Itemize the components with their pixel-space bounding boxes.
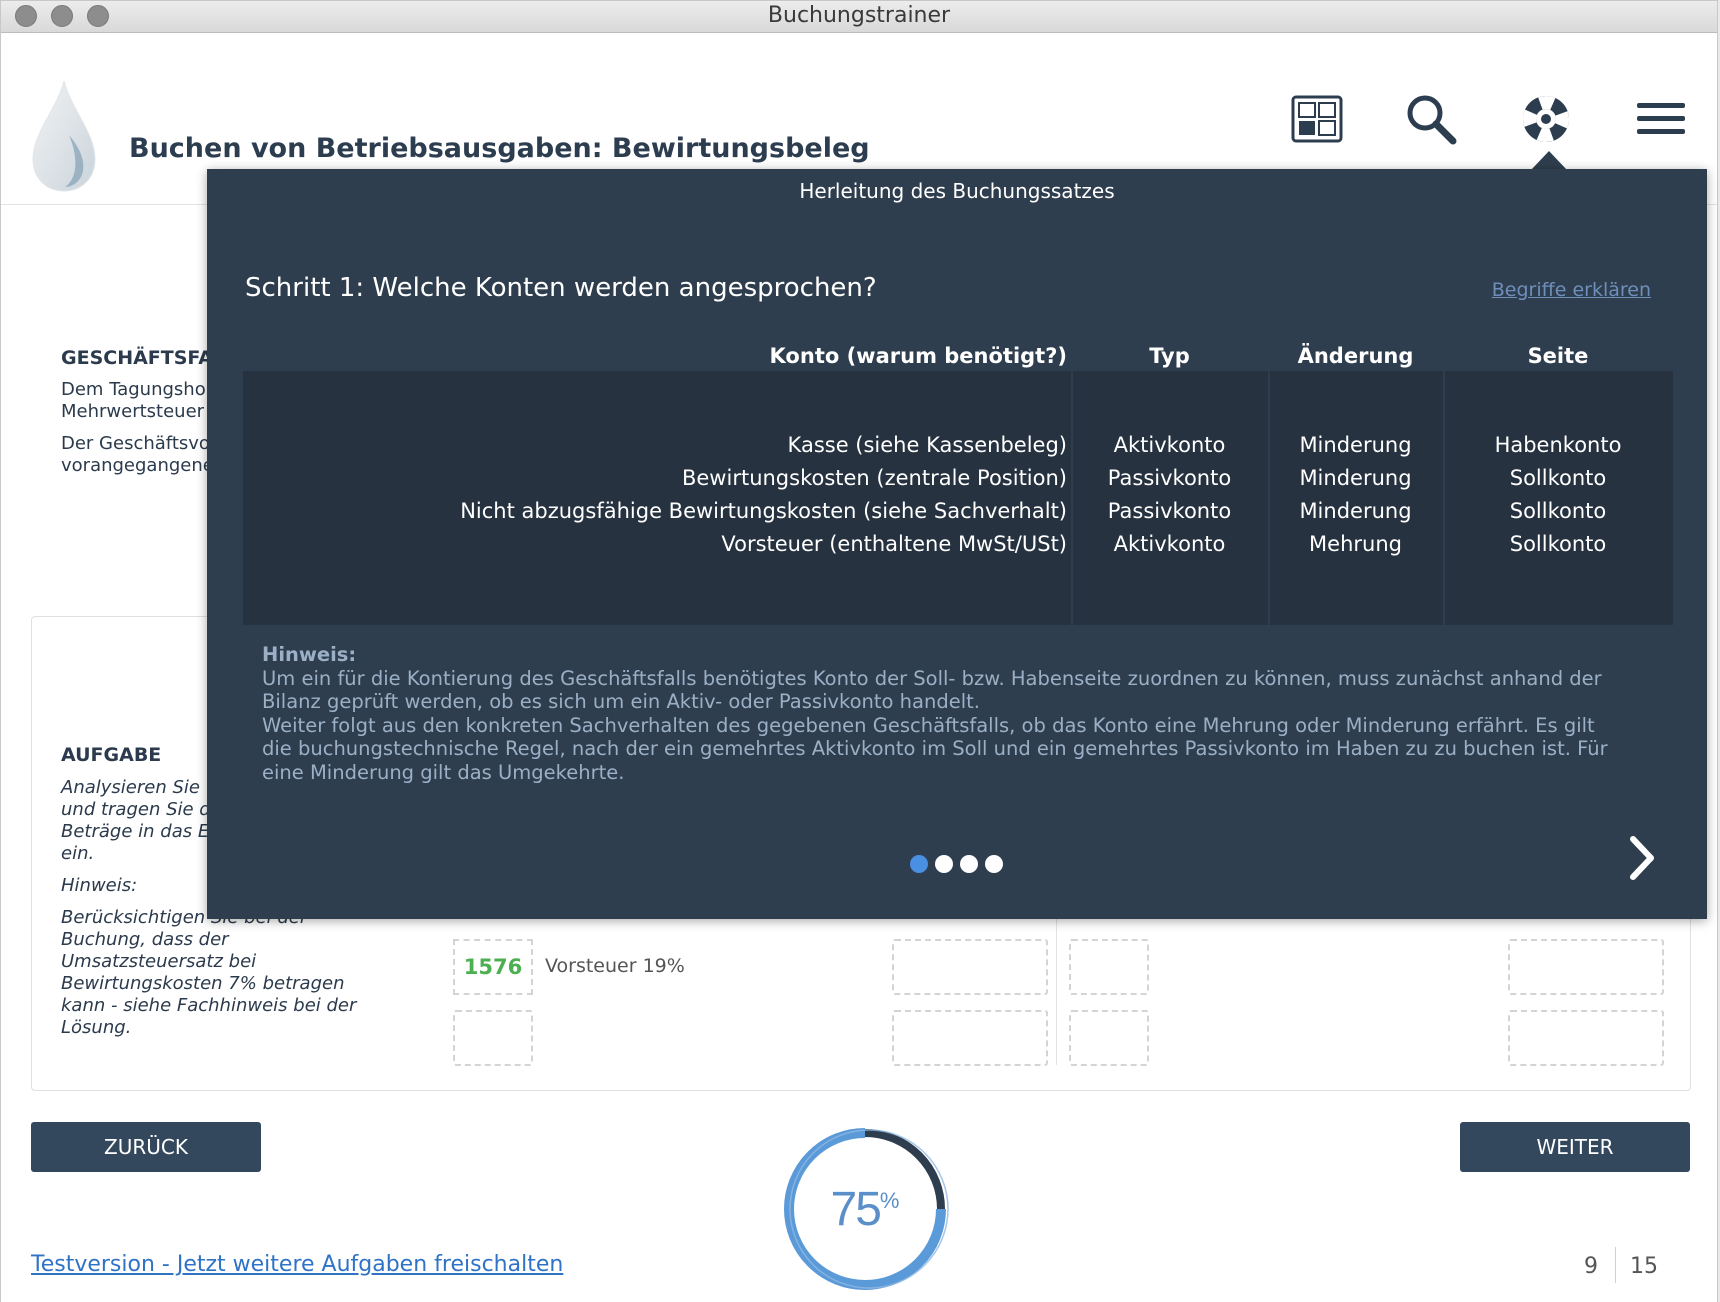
row-konto: Vorsteuer (enthaltene MwSt/USt)	[721, 532, 1067, 556]
row-konto: Kasse (siehe Kassenbeleg)	[787, 433, 1067, 457]
explain-terms-link[interactable]: Begriffe erklären	[1492, 279, 1651, 301]
popover-caret	[1531, 151, 1567, 170]
table-col-divider	[1268, 371, 1270, 625]
accounts-table-body	[243, 371, 1673, 625]
hint-block: Hinweis: Um ein für die Kontierung des G…	[262, 643, 1662, 784]
table-col-divider	[1071, 371, 1073, 625]
case-text-2b: vorangegangene	[61, 455, 214, 476]
task-hint-5: kann - siehe Fachhinweis bei der	[61, 995, 357, 1016]
amount-slot-credit-2[interactable]	[1508, 1010, 1664, 1066]
task-text-3: Beträge in das E	[61, 821, 210, 842]
col-header-konto: Konto (warum benötigt?)	[769, 344, 1067, 368]
row-seite: Sollkonto	[1509, 532, 1607, 556]
account-drop-slot[interactable]	[453, 1010, 533, 1066]
col-header-aenderung: Änderung	[1297, 344, 1414, 368]
pager-dot[interactable]	[985, 855, 1003, 873]
account-slot-credit-2[interactable]	[1069, 1010, 1149, 1066]
popover-title: Herleitung des Buchungssatzes	[799, 179, 1115, 203]
row-seite: Habenkonto	[1494, 433, 1622, 457]
pager-dot[interactable]	[960, 855, 978, 873]
chevron-right-icon[interactable]	[1617, 823, 1667, 893]
title-bar: Buchungstrainer	[1, 1, 1717, 33]
row-aenderung: Mehrung	[1309, 532, 1402, 556]
row-typ: Aktivkonto	[1113, 532, 1226, 556]
row-aenderung: Minderung	[1299, 466, 1412, 490]
task-text-2: und tragen Sie d	[61, 799, 211, 820]
step-heading: Schritt 1: Welche Konten werden angespro…	[245, 273, 877, 303]
back-button[interactable]: ZURÜCK	[31, 1122, 261, 1172]
task-hint-6: Lösung.	[61, 1017, 132, 1038]
row-aenderung: Minderung	[1299, 433, 1412, 457]
row-typ: Passivkonto	[1107, 499, 1232, 523]
progress-value: 75%	[830, 1183, 900, 1236]
row-aenderung: Minderung	[1299, 499, 1412, 523]
case-text-1b: Mehrwertsteuer	[61, 401, 205, 422]
col-header-seite: Seite	[1527, 344, 1589, 368]
task-hint-label: Hinweis:	[61, 875, 138, 896]
row-typ: Aktivkonto	[1113, 433, 1226, 457]
row-konto: Nicht abzugsfähige Bewirtungskosten (sie…	[460, 499, 1067, 523]
page-total: 15	[1630, 1254, 1658, 1279]
row-typ: Passivkonto	[1107, 466, 1232, 490]
case-label: GESCHÄFTSFA	[61, 347, 213, 369]
row-seite: Sollkonto	[1509, 499, 1607, 523]
derivation-popover: Herleitung des Buchungssatzes Schritt 1:…	[207, 169, 1707, 919]
search-icon[interactable]	[1403, 91, 1459, 147]
col-header-typ: Typ	[1149, 344, 1190, 368]
step-pager	[910, 855, 1003, 873]
hint-line: Bilanz geprüft werden, ob es sich um ein…	[262, 690, 980, 713]
drop-logo-icon	[32, 80, 96, 192]
grid-icon[interactable]	[1289, 91, 1345, 147]
page-current: 9	[1584, 1254, 1598, 1279]
hint-title: Hinweis:	[262, 643, 357, 666]
account-number-tile[interactable]: 1576	[453, 939, 533, 995]
amount-slot-credit-1[interactable]	[1508, 939, 1664, 995]
amount-slot-debit-1[interactable]	[892, 939, 1048, 995]
hint-line: Um ein für die Kontierung des Geschäftsf…	[262, 666, 1602, 690]
next-button[interactable]: WEITER	[1460, 1122, 1690, 1172]
hint-line: die buchungstechnische Regel, nach der e…	[262, 737, 1608, 760]
help-lifebuoy-icon[interactable]	[1518, 91, 1574, 147]
case-text-2a: Der Geschäftsvo	[61, 433, 210, 454]
account-slot-credit-1[interactable]	[1069, 939, 1149, 995]
window-title: Buchungstrainer	[767, 3, 951, 28]
task-hint-3: Umsatzsteuersatz bei	[61, 951, 257, 972]
app-window: Buchungstrainer Buchen von Betriebsausga…	[0, 0, 1718, 1302]
task-hint-2: Buchung, dass der	[61, 929, 229, 950]
account-label: Vorsteuer 19%	[545, 955, 685, 977]
table-col-divider	[1443, 371, 1445, 625]
task-hint-4: Bewirtungskosten 7% betragen	[61, 973, 345, 994]
amount-slot-debit-2[interactable]	[892, 1010, 1048, 1066]
hint-line: eine Minderung gilt das Umgekehrte.	[262, 760, 625, 784]
pager-dot[interactable]	[910, 855, 928, 873]
column-divider	[1056, 919, 1057, 1065]
task-text-4: ein.	[61, 843, 95, 864]
task-label: AUFGABE	[61, 744, 162, 766]
menu-icon[interactable]	[1633, 91, 1689, 147]
task-text-1: Analysieren Sie	[61, 777, 200, 798]
pager-divider	[1615, 1247, 1616, 1283]
page-title: Buchen von Betriebsausgaben: Bewirtungsb…	[129, 133, 870, 164]
pager-dot[interactable]	[935, 855, 953, 873]
trial-unlock-link[interactable]: Testversion - Jetzt weitere Aufgaben fre…	[31, 1252, 563, 1277]
row-seite: Sollkonto	[1509, 466, 1607, 490]
case-text-1a: Dem Tagungsho	[61, 379, 206, 400]
hint-line: Weiter folgt aus den konkreten Sachverha…	[262, 713, 1595, 737]
row-konto: Bewirtungskosten (zentrale Position)	[681, 466, 1067, 490]
